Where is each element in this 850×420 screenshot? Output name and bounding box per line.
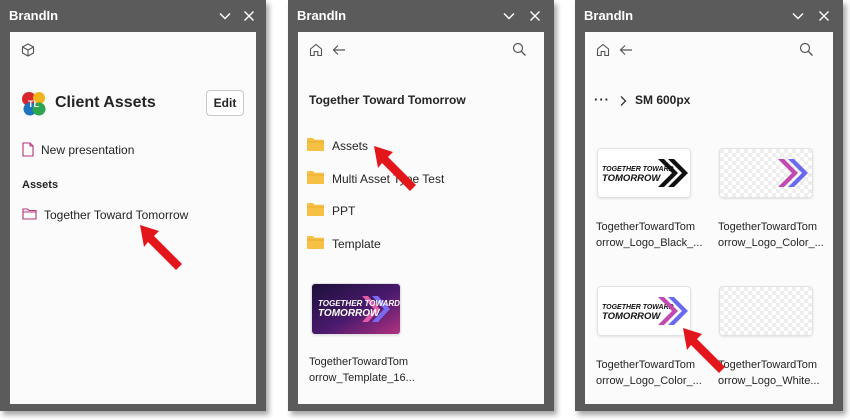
asset-thumbnail[interactable]: TOGETHER TOWARD TOMORROW	[598, 149, 690, 197]
titlebar: BrandIn	[575, 0, 843, 32]
panel-content: Together Toward Tomorrow Assets Multi As…	[298, 32, 544, 404]
file-name-line1[interactable]: TogetherTowardTom	[596, 357, 695, 373]
breadcrumb-current: SM 600px	[635, 93, 691, 107]
home-icon[interactable]	[595, 42, 611, 58]
logo-text-line1: TOGETHER TOWARD	[602, 304, 674, 311]
folder-icon	[307, 171, 324, 184]
close-icon[interactable]	[528, 9, 542, 23]
red-pointer-arrow	[683, 328, 725, 373]
back-arrow-icon[interactable]	[331, 42, 347, 58]
client-logo-icon: TL	[22, 92, 46, 116]
template-thumbnail-image: TOGETHER TOWARD TOMORROW	[312, 284, 400, 334]
logo-text-line2: TOMORROW	[602, 311, 661, 322]
cube-icon[interactable]	[20, 42, 36, 58]
close-icon[interactable]	[817, 9, 831, 23]
back-arrow-icon[interactable]	[618, 42, 634, 58]
edit-button[interactable]: Edit	[206, 90, 244, 116]
logo-text-line1: TOGETHER TOWARD	[318, 299, 400, 308]
folder-icon	[307, 203, 324, 216]
asset-thumbnail[interactable]: TOGETHER TOWARD TOMORROW	[598, 287, 690, 335]
panel-title: BrandIn	[297, 8, 347, 23]
folder-icon	[307, 138, 324, 151]
folder-item-template[interactable]: Template	[332, 237, 381, 251]
folder-item-assets[interactable]: Assets	[332, 139, 368, 153]
logo-color-thumbnail-image: TOGETHER TOWARD TOMORROW	[598, 287, 690, 335]
brandin-panel-folder: BrandIn Together Toward Tomorrow Assets …	[288, 0, 554, 411]
file-name-line2[interactable]: orrow_Logo_Color_...	[596, 373, 702, 389]
logo-black-thumbnail-image: TOGETHER TOWARD TOMORROW	[598, 149, 690, 197]
logo-text-line2: TOMORROW	[318, 308, 381, 319]
panel-title: BrandIn	[584, 8, 634, 23]
page-title: Client Assets	[55, 94, 156, 111]
logo-text-line1: TOGETHER TOWARD	[602, 166, 674, 173]
folder-icon	[307, 236, 324, 249]
panel-title: BrandIn	[9, 8, 59, 23]
close-icon[interactable]	[242, 9, 256, 23]
assets-section-label: Assets	[22, 179, 59, 191]
folder-outline-icon	[22, 208, 37, 220]
home-icon[interactable]	[308, 42, 324, 58]
file-name-line2[interactable]: orrow_Template_16...	[309, 370, 415, 386]
chevron-down-icon[interactable]	[502, 9, 516, 23]
file-name-line2[interactable]: orrow_Logo_White...	[718, 373, 820, 389]
titlebar: BrandIn	[288, 0, 554, 32]
chevron-right-icon	[620, 96, 627, 106]
file-name-line2[interactable]: orrow_Logo_Black_...	[596, 235, 702, 251]
logo-white-thumbnail-image	[720, 287, 812, 335]
folder-heading: Together Toward Tomorrow	[309, 93, 466, 107]
svg-text:TL: TL	[28, 99, 39, 109]
document-icon	[22, 142, 34, 157]
logo-text-line2: TOMORROW	[602, 173, 661, 184]
chevron-down-icon[interactable]	[218, 9, 232, 23]
file-name-line1[interactable]: TogetherTowardTom	[718, 219, 817, 235]
red-pointer-arrow	[140, 225, 182, 270]
template-thumbnail[interactable]: TOGETHER TOWARD TOMORROW	[312, 284, 400, 334]
panel-content: TL Client Assets Edit New presentation A…	[10, 32, 256, 404]
asset-thumbnail[interactable]	[720, 149, 812, 197]
red-pointer-arrow	[374, 146, 416, 191]
search-icon[interactable]	[799, 42, 814, 57]
chevron-down-icon[interactable]	[791, 9, 805, 23]
new-presentation-link[interactable]: New presentation	[41, 143, 134, 157]
brandin-panel-sm600: BrandIn ··· SM 600px TOGETHER TOWARD TOM…	[575, 0, 843, 411]
file-name-line1[interactable]: TogetherTowardTom	[718, 357, 817, 373]
file-name-line2[interactable]: orrow_Logo_Color_...	[718, 235, 824, 251]
file-name-line1[interactable]: TogetherTowardTom	[596, 219, 695, 235]
titlebar: BrandIn	[0, 0, 266, 32]
folder-item-together-toward-tomorrow[interactable]: Together Toward Tomorrow	[44, 208, 188, 222]
logo-color-thumbnail-image	[720, 149, 812, 197]
folder-item-ppt[interactable]: PPT	[332, 204, 355, 218]
brandin-panel-home: BrandIn TL Client Assets Edit New presen…	[0, 0, 266, 411]
breadcrumb-ellipsis[interactable]: ···	[594, 92, 610, 107]
asset-thumbnail[interactable]	[720, 287, 812, 335]
file-name-line1[interactable]: TogetherTowardTom	[309, 354, 408, 370]
search-icon[interactable]	[512, 42, 527, 57]
